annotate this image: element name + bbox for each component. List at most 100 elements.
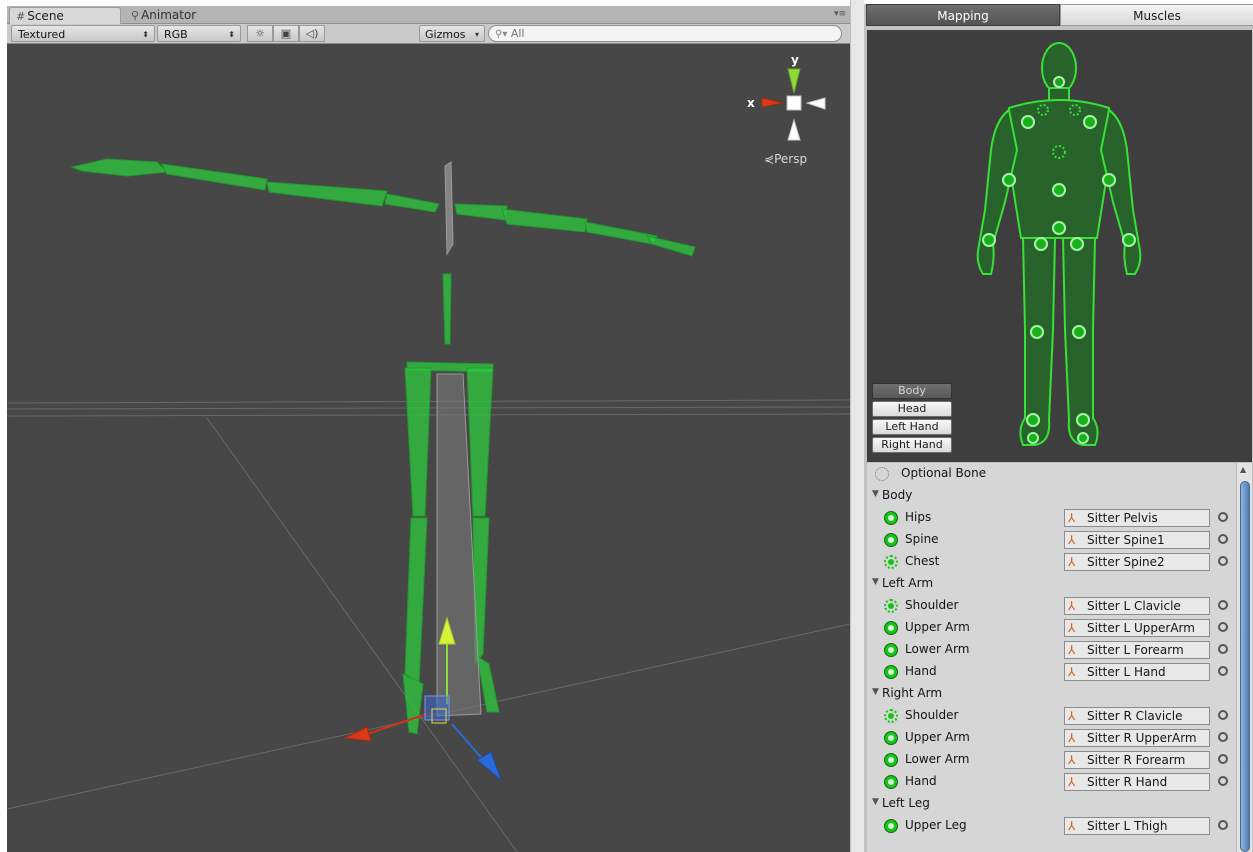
bone-label: Hand [905,774,937,788]
bone-object-field[interactable]: ⅄ Sitter L UpperArm [1064,619,1210,637]
tab-scene[interactable]: # Scene [9,7,121,24]
bone-label: Shoulder [905,708,959,722]
bone-target: Sitter R Clavicle [1087,709,1183,723]
mapped-bone-icon [884,753,898,767]
bone-target: Sitter Pelvis [1087,511,1158,525]
search-input[interactable] [510,27,811,40]
axis-y-label: y [791,53,799,67]
body-part-button-head[interactable]: Head [872,401,952,417]
bone-object-field[interactable]: ⅄ Sitter R UpperArm [1064,729,1210,747]
draw-mode-dropdown[interactable]: Textured ⬍ [11,25,155,42]
bone-object-field[interactable]: ⅄ Sitter Pelvis [1064,509,1210,527]
transform-icon: ⅄ [1068,555,1076,569]
bone-object-field[interactable]: ⅄ Sitter R Clavicle [1064,707,1210,725]
bone-object-field[interactable]: ⅄ Sitter L Forearm [1064,641,1210,659]
bone-object-field[interactable]: ⅄ Sitter Spine1 [1064,531,1210,549]
object-picker-icon[interactable] [1218,600,1228,610]
object-picker-icon[interactable] [1218,666,1228,676]
section-body[interactable]: ▼ Body [867,485,1236,507]
mapped-bone-icon [884,731,898,745]
bone-object-field[interactable]: ⅄ Sitter R Forearm [1064,751,1210,769]
panel-divider[interactable] [850,0,864,852]
bone-target: Sitter Spine1 [1087,533,1165,547]
object-picker-icon[interactable] [1218,644,1228,654]
object-picker-icon[interactable] [1218,512,1228,522]
object-picker-icon[interactable] [1218,776,1228,786]
bone-target: Sitter Spine2 [1087,555,1165,569]
render-mode-dropdown[interactable]: RGB ⬍ [157,25,241,42]
bone-target: Sitter L UpperArm [1087,621,1195,635]
bone-object-field[interactable]: ⅄ Sitter L Clavicle [1064,597,1210,615]
object-picker-icon[interactable] [1218,622,1228,632]
search-icon: ⚲▾ [495,29,508,40]
transform-icon: ⅄ [1068,819,1076,833]
scene-audio-button[interactable]: ◁) [299,25,325,42]
projection-label: Persp [774,152,808,166]
bone-object-field[interactable]: ⅄ Sitter Spine2 [1064,553,1210,571]
bone-label: Upper Leg [905,818,967,832]
pane-menu-icon[interactable]: ▾≡ [834,9,846,19]
transform-icon: ⅄ [1068,533,1076,547]
projection-toggle[interactable]: ⋞Persp [764,152,807,166]
bone-row-left-upper-arm: Upper Arm ⅄ Sitter L UpperArm [867,617,1236,639]
object-picker-icon[interactable] [1218,820,1228,830]
section-right-arm[interactable]: ▼ Right Arm [867,683,1236,705]
object-picker-icon[interactable] [1218,754,1228,764]
render-mode-value: RGB [164,28,188,41]
body-part-button-right-hand[interactable]: Right Hand [872,437,952,453]
mapped-bone-icon [884,775,898,789]
bone-label: Upper Arm [905,730,970,744]
section-left-leg[interactable]: ▼ Left Leg [867,793,1236,815]
bone-row-hips: Hips ⅄ Sitter Pelvis [867,507,1236,529]
dropdown-arrows-icon: ⬍ [228,30,235,39]
bone-object-field[interactable]: ⅄ Sitter L Thigh [1064,817,1210,835]
bone-target: Sitter R UpperArm [1087,731,1197,745]
scene-search[interactable]: ⚲▾ [488,25,842,42]
bone-target: Sitter R Hand [1087,775,1168,789]
avatar-body-view[interactable]: Body Head Left Hand Right Hand [867,30,1252,462]
bone-label: Spine [905,532,939,546]
scene-viewport[interactable]: y x ⋞Persp [7,44,850,852]
scrollbar-thumb[interactable] [1240,481,1250,852]
scene-toolbar: Textured ⬍ RGB ⬍ ☼ ▣ ◁) Gizmos ▾ ⚲▾ [7,24,850,44]
body-part-button-left-hand[interactable]: Left Hand [872,419,952,435]
object-picker-icon[interactable] [1218,710,1228,720]
tab-animator[interactable]: ⚲ Animator [125,7,245,24]
bone-target: Sitter R Forearm [1087,753,1186,767]
section-left-arm[interactable]: ▼ Left Arm [867,573,1236,595]
ground-grid [7,399,850,852]
tab-mapping[interactable]: Mapping [866,4,1060,26]
mapped-bone-icon [884,621,898,635]
animator-icon: ⚲ [131,9,140,22]
gizmos-dropdown[interactable]: Gizmos ▾ [419,25,485,42]
avatar-configuration-panel: Mapping Muscles Body Head Left Hand Righ… [864,4,1253,852]
bone-label: Upper Arm [905,620,970,634]
object-picker-icon[interactable] [1218,556,1228,566]
object-picker-icon[interactable] [1218,732,1228,742]
bone-row-right-lower-arm: Lower Arm ⅄ Sitter R Forearm [867,749,1236,771]
tab-muscles[interactable]: Muscles [1060,4,1253,26]
bone-list-scrollbar[interactable]: ▲ [1236,463,1252,852]
object-picker-icon[interactable] [1218,534,1228,544]
mapped-bone-icon [884,511,898,525]
bone-label: Chest [905,554,940,568]
body-part-button-body[interactable]: Body [872,383,952,399]
scene-tab-bar: # Scene ⚲ Animator ▾≡ [7,6,850,24]
bone-target: Sitter L Clavicle [1087,599,1181,613]
scene-lighting-button[interactable]: ☼ [247,25,273,42]
bone-row-chest: Chest ⅄ Sitter Spine2 [867,551,1236,573]
bone-object-field[interactable]: ⅄ Sitter R Hand [1064,773,1210,791]
optional-mapped-bone-icon [884,599,898,613]
transform-icon: ⅄ [1068,731,1076,745]
triangle-down-icon: ▼ [872,489,879,499]
triangle-down-icon: ▼ [872,687,879,697]
scroll-up-icon[interactable]: ▲ [1240,465,1246,474]
dropdown-arrows-icon: ⬍ [142,30,149,39]
bone-object-field[interactable]: ⅄ Sitter L Hand [1064,663,1210,681]
bone-target: Sitter L Thigh [1087,819,1168,833]
scene-fx-button[interactable]: ▣ [273,25,299,42]
transform-icon: ⅄ [1068,753,1076,767]
bone-target: Sitter L Hand [1087,665,1166,679]
view-orientation-gizmo[interactable]: y x [747,53,826,141]
bone-label: Lower Arm [905,752,970,766]
